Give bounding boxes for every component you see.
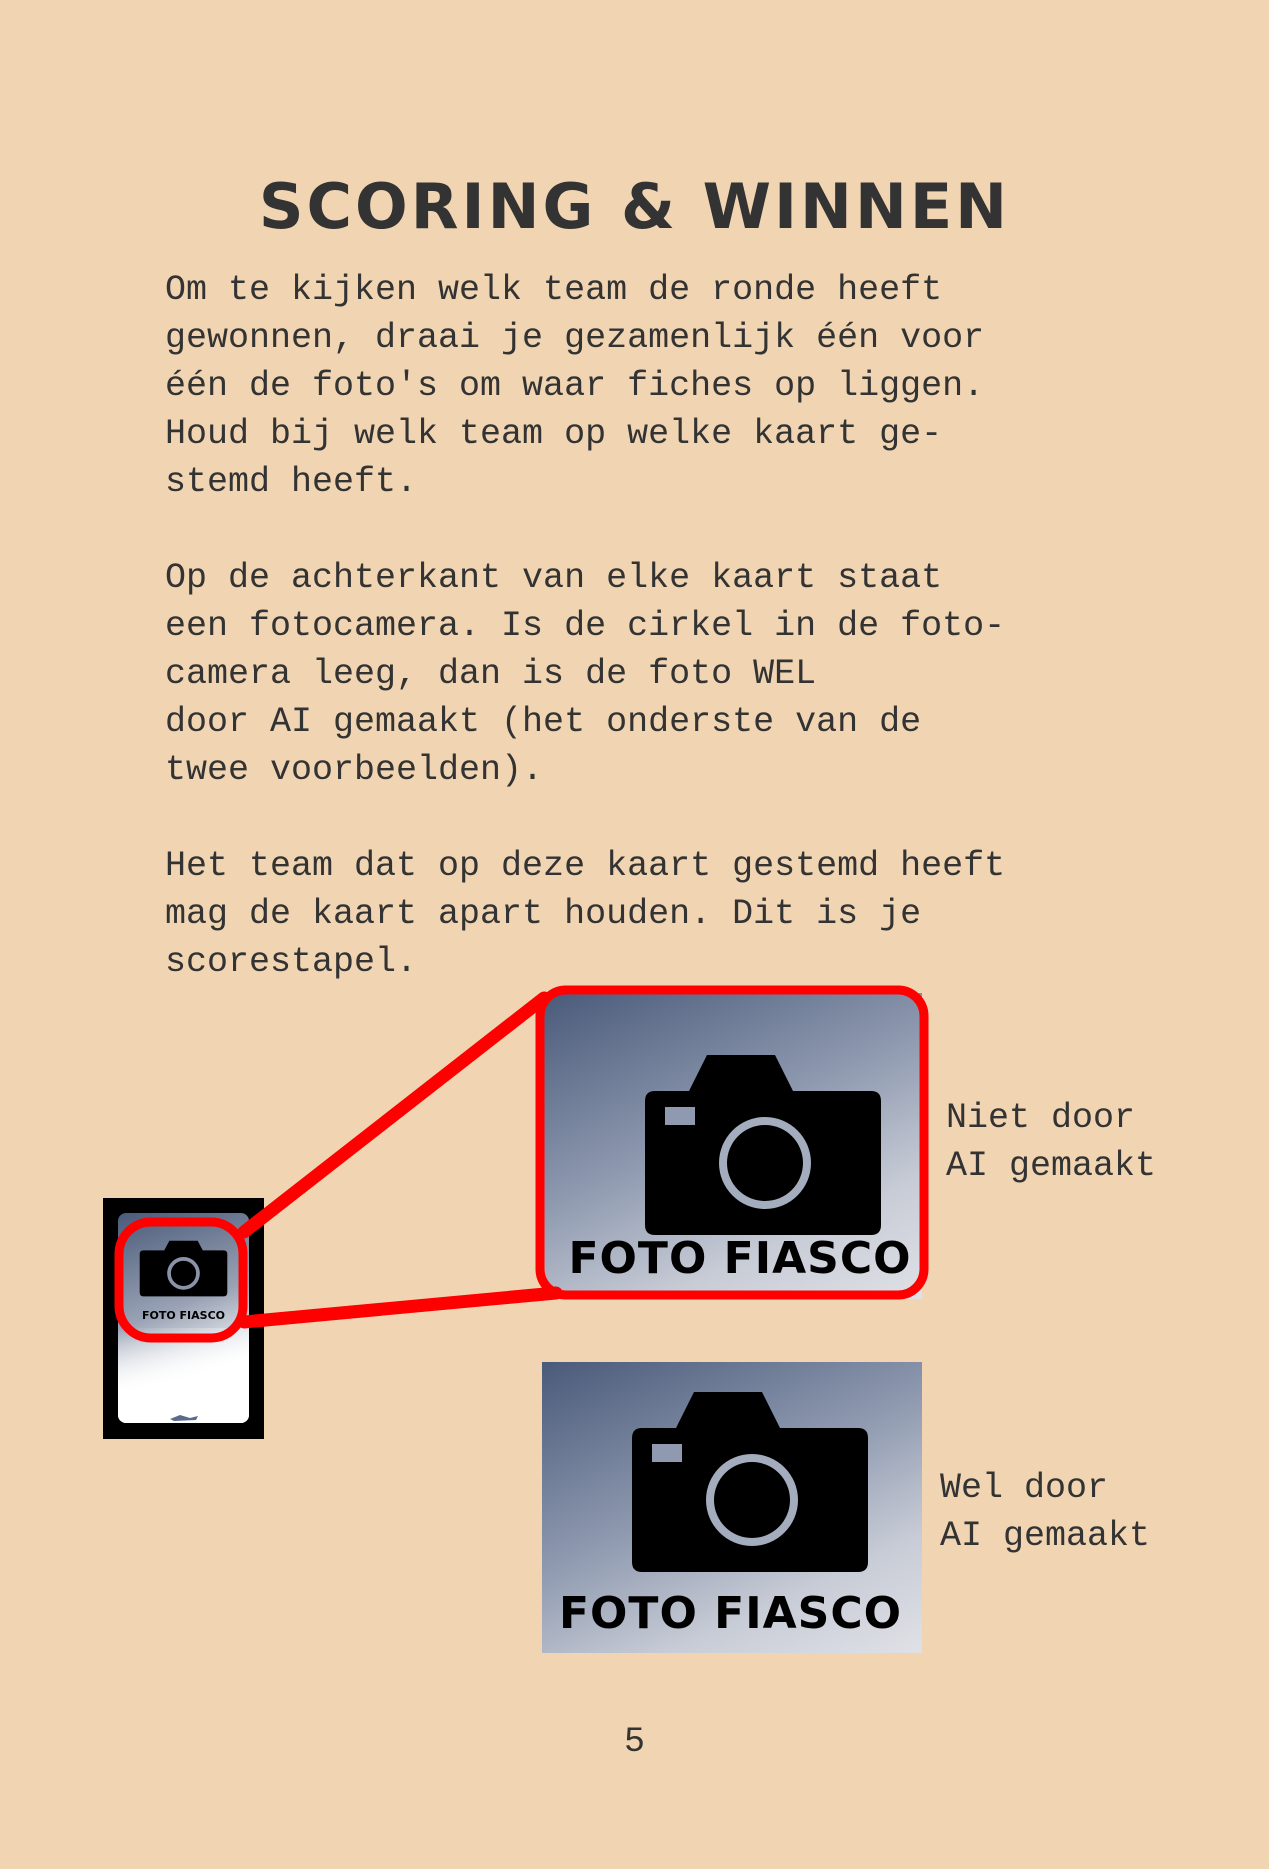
camera-icon [139, 1240, 228, 1297]
paragraph-scorestack: Het team dat op deze kaart gestemd heeft… [165, 846, 1006, 982]
card-back-thumbnail: FOTO FIASCO [103, 1198, 264, 1439]
paragraph-scoring: Om te kijken welk team de ronde heeft ge… [165, 270, 985, 502]
thumbnail-logo: FOTO FIASCO [141, 1309, 225, 1322]
camera-icon [645, 1055, 881, 1235]
card-back-real-example: FOTO FIASCO [542, 993, 922, 1299]
foto-fiasco-logo: FOTO FIASCO [568, 1233, 912, 1284]
camera-icon [632, 1392, 868, 1572]
brand-mark [170, 1415, 198, 1421]
card-back-ai-example: FOTO FIASCO [542, 1362, 922, 1653]
paragraph-camera-back: Op de achterkant van elke kaart staat ee… [165, 558, 1006, 790]
caption-not-ai: Niet door AI gemaakt [946, 1098, 1157, 1186]
caption-ai: Wel door AI gemaakt [940, 1468, 1151, 1556]
foto-fiasco-logo: FOTO FIASCO [558, 1588, 903, 1639]
page-title: SCORING & WINNEN [258, 169, 1011, 243]
page-number: 5 [623, 1722, 645, 1762]
